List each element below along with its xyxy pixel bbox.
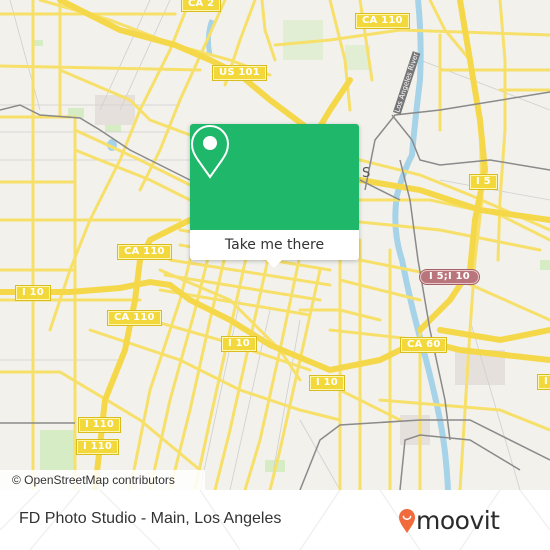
highway-shield: CA 110 <box>107 310 162 326</box>
map[interactable]: CA 2 US 101 CA 110 I 5 CA 110 I 10 CA 11… <box>0 0 550 490</box>
highway-shield: I 10 <box>221 336 257 352</box>
highway-shield: I 110 <box>75 439 120 455</box>
map-label: S <box>362 166 371 181</box>
moovit-wordmark: moovit <box>416 506 500 535</box>
highway-shield: I 5 <box>469 174 498 190</box>
moovit-pin-icon <box>399 509 415 533</box>
highway-shield: I <box>537 374 550 390</box>
popup-header <box>190 124 359 230</box>
highway-shield: CA 110 <box>117 244 172 260</box>
footer: FD Photo Studio - Main, Los Angeles moov… <box>0 490 550 550</box>
highway-shield: CA 2 <box>180 0 222 12</box>
highway-shield: I 5;I 10 <box>419 269 480 285</box>
popup-pointer <box>266 260 282 268</box>
highway-shield: US 101 <box>212 65 267 81</box>
place-name: FD Photo Studio - Main, Los Angeles <box>19 510 282 527</box>
highway-shield: I 10 <box>309 375 345 391</box>
location-popup: Take me there <box>190 124 359 268</box>
highway-shield: CA 110 <box>355 13 410 29</box>
map-attribution[interactable]: © OpenStreetMap contributors <box>0 470 205 490</box>
highway-shield: I 10 <box>15 285 51 301</box>
highway-shield: CA 60 <box>399 337 448 353</box>
map-pin-icon <box>190 124 230 179</box>
take-me-there-button[interactable]: Take me there <box>190 230 359 260</box>
highway-shield: I 110 <box>77 417 122 433</box>
